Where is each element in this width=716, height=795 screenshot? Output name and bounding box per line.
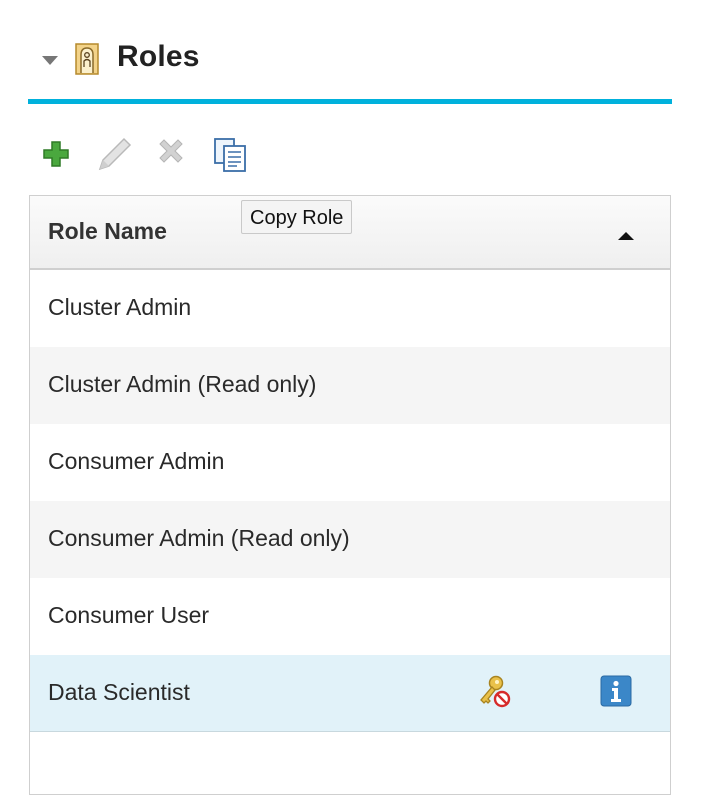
copy-role-tooltip: Copy Role [241, 200, 353, 234]
role-name-cell: Data Scientist [48, 679, 190, 705]
copy-role-button[interactable] [212, 136, 250, 174]
plus-icon [43, 141, 69, 167]
role-name-cell: Consumer User [48, 602, 210, 628]
info-icon[interactable] [600, 675, 632, 707]
table-row[interactable]: Cluster Admin [30, 270, 670, 347]
page-title: Roles [117, 40, 200, 73]
table-row[interactable]: Consumer User [30, 578, 670, 655]
roles-section-header: Roles [28, 30, 672, 104]
sort-ascending-icon[interactable] [618, 232, 634, 240]
column-header-role-name[interactable]: Role Name [48, 218, 167, 245]
copy-icon [214, 138, 246, 172]
table-row[interactable]: Consumer Admin [30, 424, 670, 501]
edit-role-button[interactable] [94, 136, 132, 174]
roles-grid: Role Name Cluster Admin Cluster Admin (R… [29, 195, 671, 795]
role-name-cell: Cluster Admin (Read only) [48, 371, 317, 397]
door-icon [75, 43, 99, 75]
table-row-selected[interactable]: Data Scientist [30, 655, 670, 732]
delete-role-button[interactable] [154, 136, 192, 174]
key-no-access-icon[interactable] [476, 674, 512, 708]
pencil-icon [98, 137, 132, 171]
add-role-button[interactable] [40, 136, 78, 174]
table-row[interactable]: Cluster Admin (Read only) [30, 347, 670, 424]
caret-down-icon[interactable] [42, 56, 58, 65]
role-name-cell: Consumer Admin (Read only) [48, 525, 350, 551]
role-name-cell: Consumer Admin [48, 448, 225, 474]
x-delete-icon [159, 139, 183, 163]
table-row[interactable]: Consumer Admin (Read only) [30, 501, 670, 578]
role-name-cell: Cluster Admin [48, 294, 192, 320]
roles-toolbar [40, 136, 270, 176]
